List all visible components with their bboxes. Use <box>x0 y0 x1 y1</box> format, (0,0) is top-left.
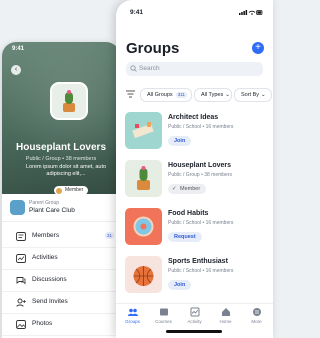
page-title: Groups <box>126 40 180 57</box>
request-button[interactable]: Request <box>168 232 202 242</box>
members-icon <box>16 232 26 241</box>
member-button[interactable]: ✓ Member <box>168 184 207 194</box>
list-item[interactable]: Food Habits Public / School • 16 members… <box>116 204 273 252</box>
all-types-label: All Types <box>201 92 224 98</box>
group-meta: Public / School • 16 members <box>168 124 234 130</box>
tab-bar: Groups Courses Activity Home More <box>116 303 273 328</box>
status-time: 9:41 <box>12 46 25 52</box>
group-list: Architect Ideas Public / School • 16 mem… <box>116 108 273 300</box>
parent-group-icon <box>10 200 25 215</box>
menu-item-photos[interactable]: Photos <box>2 314 120 336</box>
filter-icon[interactable] <box>126 90 135 98</box>
back-chevron-icon[interactable]: ‹ <box>11 65 21 75</box>
join-button[interactable]: Join <box>168 280 192 290</box>
menu-item-label: Photos <box>32 320 53 327</box>
chevron-down-icon: ⌄ <box>225 92 230 98</box>
avatar <box>56 187 62 194</box>
checkmark-icon: ✓ <box>172 186 177 192</box>
more-icon <box>252 308 261 316</box>
tab-home[interactable]: Home <box>210 307 241 324</box>
tab-activity[interactable]: Activity <box>179 307 210 324</box>
search-placeholder: Search <box>139 65 160 72</box>
add-group-button[interactable]: + <box>252 42 264 54</box>
photos-icon <box>16 320 26 329</box>
search-icon <box>130 65 137 72</box>
cactus-pot-icon <box>137 166 150 190</box>
list-item[interactable]: Architect Ideas Public / School • 16 mem… <box>116 108 273 156</box>
send-invites-icon <box>16 298 26 307</box>
tab-label: Groups <box>125 319 140 324</box>
status-time: 9:41 <box>130 9 144 16</box>
group-menu: Members 31 Activities Discussions Send I… <box>2 226 120 336</box>
group-name: Food Habits <box>168 210 209 217</box>
activities-icon <box>16 254 26 263</box>
menu-item-label: Discussions <box>32 276 67 283</box>
sort-by-filter[interactable]: Sort By ⌄ <box>234 88 272 102</box>
group-name: Houseplant Lovers <box>168 162 232 169</box>
group-thumbnail <box>125 160 162 197</box>
all-types-filter[interactable]: All Types ⌄ <box>194 88 232 102</box>
group-name: Architect Ideas <box>168 114 219 121</box>
groups-screen: 9:41 Groups + Search All Groups 311 All T… <box>116 0 273 338</box>
basketball-icon <box>133 266 154 286</box>
tab-label: Home <box>219 319 232 324</box>
tab-label: More <box>251 319 262 324</box>
filter-bar: All Groups 311 All Types ⌄ Sort By ⌄ <box>123 88 273 102</box>
architecture-icon <box>132 122 154 139</box>
menu-item-label: Send Invites <box>32 298 68 305</box>
home-icon <box>221 308 230 316</box>
member-badge[interactable]: Member <box>54 186 88 195</box>
group-thumbnail <box>125 208 162 245</box>
parent-group-name: Plant Care Club <box>29 207 75 214</box>
parent-group[interactable]: Parent Group Plant Care Club <box>2 199 120 222</box>
chevron-down-icon: ⌄ <box>261 92 266 98</box>
courses-icon <box>159 308 168 316</box>
tab-label: Courses <box>155 319 172 324</box>
join-button[interactable]: Join <box>168 136 192 146</box>
group-meta: Public / School • 16 members <box>168 220 234 226</box>
list-item[interactable]: Sports Enthusiast Public / School • 16 m… <box>116 252 273 300</box>
all-groups-count: 311 <box>175 91 187 98</box>
group-description: Lorem ipsum dolor sit amet, auto adipisc… <box>25 164 107 177</box>
sort-by-label: Sort By <box>241 92 260 98</box>
discussions-icon <box>16 277 26 285</box>
cactus-pot-icon <box>63 90 75 112</box>
group-avatar <box>50 82 88 120</box>
status-icons <box>239 10 263 15</box>
list-item[interactable]: Houseplant Lovers Public / Group • 38 me… <box>116 156 273 204</box>
group-hero: 9:41 ‹ Houseplant Lovers Public / Group … <box>2 42 120 195</box>
tab-courses[interactable]: Courses <box>148 307 179 324</box>
tab-more[interactable]: More <box>241 307 272 324</box>
group-meta: Public / Group • 38 members <box>168 172 232 178</box>
menu-item-activities[interactable]: Activities <box>2 248 120 270</box>
all-groups-filter[interactable]: All Groups 311 <box>140 88 192 102</box>
group-thumbnail <box>125 256 162 293</box>
search-input[interactable]: Search <box>126 62 263 76</box>
tab-label: Activity <box>187 319 202 324</box>
members-count-badge: 31 <box>104 232 114 239</box>
menu-item-label: Members <box>32 232 60 239</box>
menu-item-send-invites[interactable]: Send Invites <box>2 292 120 314</box>
group-meta: Public / School • 16 members <box>168 268 234 274</box>
home-indicator <box>166 330 222 333</box>
group-thumbnail <box>125 112 162 149</box>
group-title: Houseplant Lovers <box>15 142 107 153</box>
activity-icon <box>190 307 199 317</box>
member-label: Member <box>65 187 84 193</box>
group-meta: Public / Group • 38 members <box>25 156 97 162</box>
menu-item-discussions[interactable]: Discussions <box>2 270 120 292</box>
group-name: Sports Enthusiast <box>168 258 228 265</box>
menu-item-label: Activities <box>32 254 58 261</box>
group-detail-screen: 9:41 ‹ Houseplant Lovers Public / Group … <box>2 42 120 338</box>
all-groups-label: All Groups <box>147 92 173 98</box>
menu-item-members[interactable]: Members 31 <box>2 226 120 248</box>
donut-icon <box>133 216 154 237</box>
parent-group-label: Parent Group <box>29 200 60 206</box>
tab-groups[interactable]: Groups <box>117 307 148 324</box>
member-button-label: Member <box>180 186 201 192</box>
groups-icon <box>127 308 138 316</box>
